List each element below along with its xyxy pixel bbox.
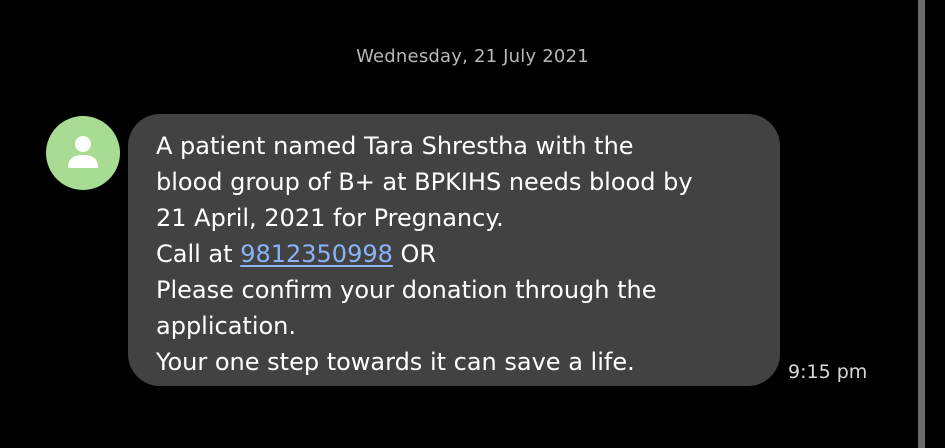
call-suffix: OR <box>392 240 437 268</box>
message-line: blood group of B+ at BPKIHS needs blood … <box>156 168 693 196</box>
phone-number-link[interactable]: 9812350998 <box>240 240 393 268</box>
message-line-call: Call at 9812350998 OR <box>156 236 760 272</box>
date-header: Wednesday, 21 July 2021 <box>356 46 589 67</box>
message-line: A patient named Tara Shrestha with the <box>156 132 634 160</box>
message-line: Please confirm your donation through the <box>156 276 657 304</box>
contact-avatar[interactable] <box>46 116 120 190</box>
person-icon <box>68 136 98 168</box>
scrollbar[interactable] <box>918 0 925 448</box>
call-prefix: Call at <box>156 240 241 268</box>
message-line: application. <box>156 312 297 340</box>
message-bubble[interactable]: A patient named Tara Shrestha with the b… <box>128 114 780 386</box>
message-line: Your one step towards it can save a life… <box>156 348 635 376</box>
message-line: 21 April, 2021 for Pregnancy. <box>156 204 504 232</box>
message-timestamp: 9:15 pm <box>788 361 868 383</box>
